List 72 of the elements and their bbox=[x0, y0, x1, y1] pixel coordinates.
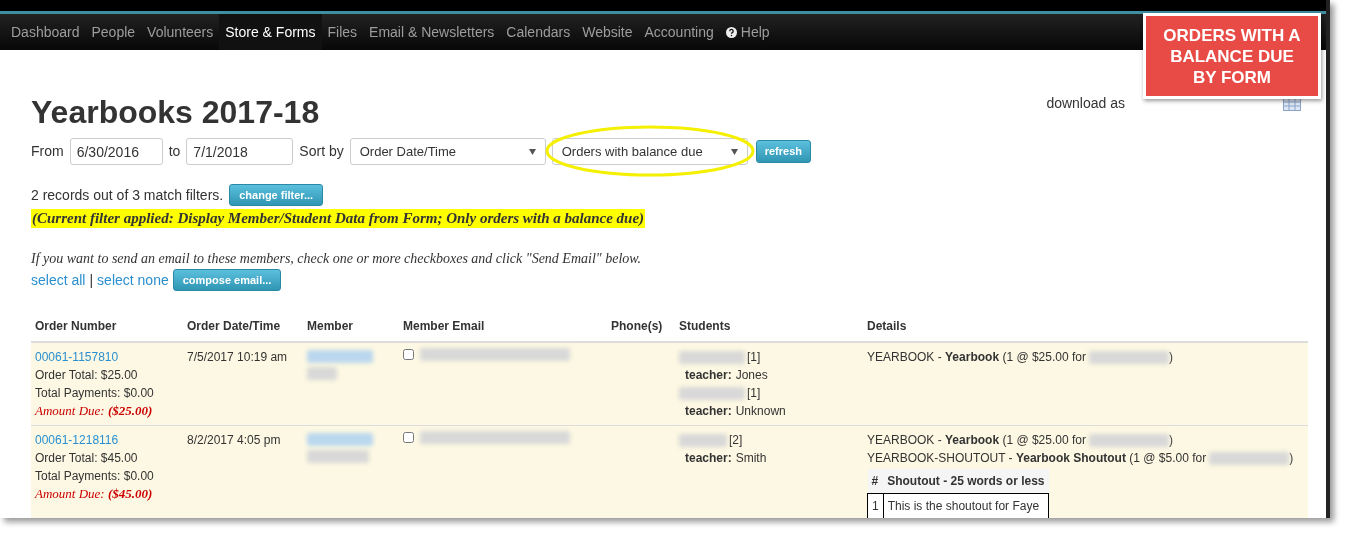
select-none-link[interactable]: select none bbox=[97, 269, 169, 291]
closing-paren: ) bbox=[1168, 349, 1173, 366]
teacher-label: teacher: bbox=[685, 367, 732, 384]
closing-paren: ) bbox=[1289, 450, 1294, 467]
teacher-name: Jones bbox=[735, 367, 768, 384]
order-detail: YEARBOOK - Yearbook (1 @ $25.00 for bbox=[867, 432, 1086, 449]
total-payments: Total Payments: $0.00 bbox=[35, 468, 155, 485]
nav-link[interactable]: Dashboard bbox=[5, 14, 86, 50]
sort-dropdown[interactable]: Order Date/Time bbox=[349, 138, 546, 165]
redacted-text bbox=[307, 450, 369, 463]
filter-note: (Current filter applied: Display Member/Student Data from Form; Only orders with a balance due) bbox=[31, 209, 646, 228]
callout-note: ORDERS WITH A BALANCE DUE BY FORM bbox=[1143, 13, 1321, 99]
redacted-text bbox=[679, 433, 727, 447]
nav-link[interactable]: Volunteers bbox=[141, 14, 220, 50]
match-count: 2 records out of 3 match filters. bbox=[31, 185, 224, 205]
select-all-link[interactable]: select all bbox=[31, 269, 86, 291]
dropdown-caret-icon bbox=[730, 148, 738, 155]
sort-label: Sort by bbox=[299, 142, 344, 161]
link-separator: | bbox=[89, 270, 94, 290]
filter-dropdown[interactable]: Orders with balance due bbox=[551, 138, 748, 165]
redacted-text bbox=[679, 386, 745, 400]
teacher-name: Unknown bbox=[735, 403, 786, 420]
column-header: Member Email bbox=[399, 311, 607, 342]
column-header: # bbox=[867, 469, 884, 494]
order-total: Order Total: $25.00 bbox=[35, 367, 139, 384]
nav-link[interactable]: Help bbox=[719, 14, 776, 50]
student-count: [1] bbox=[747, 349, 761, 366]
student-count: [1] bbox=[747, 385, 761, 402]
teacher-label: teacher: bbox=[685, 450, 732, 467]
email-checkbox[interactable] bbox=[403, 349, 414, 360]
redacted-text bbox=[307, 367, 337, 380]
email-checkbox[interactable] bbox=[403, 432, 414, 443]
help-icon bbox=[725, 26, 737, 38]
email-instructions: If you want to send an email to these members, check one or more checkboxes and click "Send Email" below. bbox=[31, 250, 643, 268]
order-total: Order Total: $45.00 bbox=[35, 450, 139, 467]
to-label: to bbox=[168, 142, 181, 161]
column-header: Member bbox=[303, 311, 399, 342]
teacher-name: Smith bbox=[735, 450, 767, 467]
nav-link[interactable]: Store & Forms bbox=[219, 14, 322, 50]
nav-link[interactable]: Files bbox=[321, 14, 364, 50]
dropdown-caret-icon bbox=[528, 148, 536, 155]
redacted-text bbox=[307, 433, 373, 446]
nav-link[interactable]: Calendars bbox=[500, 14, 577, 50]
nav-link[interactable]: People bbox=[85, 14, 142, 50]
download-label: download as bbox=[1046, 94, 1125, 113]
column-header: Phone(s) bbox=[607, 311, 675, 342]
column-header: Details bbox=[863, 311, 1308, 342]
amount-due: Amount Due: ($45.00) bbox=[35, 485, 154, 503]
nav-link[interactable]: Website bbox=[576, 14, 639, 50]
order-date: 8/2/2017 4:05 pm bbox=[183, 425, 303, 518]
column-header: Students bbox=[675, 311, 863, 342]
redacted-text bbox=[679, 350, 745, 364]
nav-link[interactable]: Accounting bbox=[638, 14, 720, 50]
order-date: 7/5/2017 10:19 am bbox=[183, 342, 303, 426]
column-header: Order Number bbox=[31, 311, 183, 342]
from-date-field[interactable]: 6/30/2016 bbox=[69, 138, 163, 165]
column-header: Shoutout - 25 words or less bbox=[883, 469, 1049, 494]
order-detail: YEARBOOK-SHOUTOUT - Yearbook Shoutout (1 @ $5.00 for bbox=[867, 450, 1207, 467]
redacted-text bbox=[307, 350, 373, 363]
total-payments: Total Payments: $0.00 bbox=[35, 385, 155, 402]
amount-due: Amount Due: ($25.00) bbox=[35, 402, 154, 420]
page-title: Yearbooks 2017-18 bbox=[31, 93, 320, 132]
column-header: Order Date/Time bbox=[183, 311, 303, 342]
teacher-label: teacher: bbox=[685, 403, 732, 420]
table-cell: This is the shoutout for Faye bbox=[883, 493, 1049, 518]
to-date-field[interactable]: 7/1/2018 bbox=[186, 138, 294, 165]
closing-paren: ) bbox=[1168, 432, 1173, 449]
from-label: From bbox=[31, 142, 64, 161]
nav-link[interactable]: Email & Newsletters bbox=[363, 14, 501, 50]
student-count: [2] bbox=[729, 432, 743, 449]
order-detail: YEARBOOK - Yearbook (1 @ $25.00 for bbox=[867, 349, 1086, 366]
table-cell: 1 bbox=[867, 493, 884, 518]
